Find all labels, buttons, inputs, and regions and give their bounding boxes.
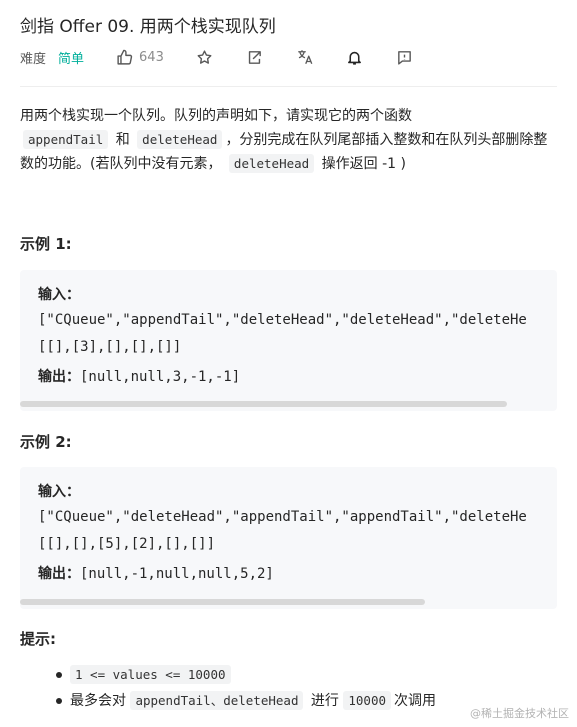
input-label: 输入： (38, 484, 80, 500)
header-divider (20, 86, 557, 87)
share-icon (249, 50, 262, 64)
inline-code: deleteHead (137, 130, 223, 149)
favorite-button[interactable] (196, 48, 214, 66)
example-1-code-block[interactable]: 输入： ["CQueue","appendTail","deleteHead",… (20, 270, 557, 411)
share-button[interactable] (246, 48, 264, 66)
tip-text: 次调用 (394, 693, 437, 709)
example-2-heading: 示例 2: (20, 433, 72, 451)
like-button[interactable]: 643 (116, 49, 164, 66)
output-value: [null,null,3,-1,-1] (80, 369, 241, 385)
feedback-button[interactable] (396, 48, 414, 66)
inline-code: appendTail、deleteHead (130, 691, 304, 710)
tip-text: 进行 (310, 693, 339, 709)
output-label: 输出： (38, 566, 80, 582)
problem-description: 用两个栈实现一个队列。队列的声明如下，请实现它的两个函数 appendTail … (20, 104, 560, 176)
output-value: [null,-1,null,null,5,2] (80, 566, 274, 582)
code-line: ["CQueue","appendTail","deleteHead","del… (38, 312, 527, 328)
inline-code: deleteHead (228, 154, 315, 173)
like-count: 643 (139, 49, 164, 65)
difficulty-badge: 简单 (58, 51, 85, 67)
output-label: 输出： (38, 369, 80, 385)
difficulty-label: 难度 (20, 51, 47, 67)
inline-code: appendTail (23, 130, 109, 149)
translate-button[interactable] (296, 48, 314, 66)
bell-icon (348, 51, 362, 65)
inline-code: 1 <= values <= 10000 (70, 665, 231, 684)
problem-meta: 难度 简单 643 (20, 46, 414, 68)
example-1-heading: 示例 1: (20, 235, 72, 253)
translate-icon (298, 50, 313, 65)
star-icon (197, 49, 212, 64)
code-line: [[],[3],[],[],[]] (38, 339, 182, 355)
tips-heading: 提示: (20, 630, 56, 648)
list-item: 1 <= values <= 10000 (20, 662, 436, 688)
subscribe-button[interactable] (346, 48, 364, 66)
input-label: 输入： (38, 287, 80, 303)
description-text: 用两个栈实现一个队列。队列的声明如下，请实现它的两个函数 (20, 108, 412, 124)
horizontal-scrollbar[interactable] (20, 401, 507, 407)
tip-text: 最多会对 (70, 693, 126, 709)
example-2-code-block[interactable]: 输入： ["CQueue","deleteHead","appendTail",… (20, 467, 557, 609)
watermark: @稀土掘金技术社区 (470, 707, 569, 720)
description-text: 操作返回 -1 ) (321, 156, 406, 172)
problem-title: 剑指 Offer 09. 用两个栈实现队列 (20, 17, 276, 37)
list-item: 最多会对 appendTail、deleteHead 进行 10000 次调用 (20, 688, 436, 714)
tips-list: 1 <= values <= 10000 最多会对 appendTail、del… (20, 662, 436, 714)
feedback-icon (398, 50, 412, 65)
code-line: ["CQueue","deleteHead","appendTail","app… (38, 509, 527, 525)
horizontal-scrollbar[interactable] (20, 599, 425, 605)
thumbs-up-icon (117, 49, 133, 65)
description-text: 和 (115, 132, 130, 148)
code-line: [[],[],[5],[2],[],[]] (38, 536, 216, 552)
inline-code: 10000 (343, 691, 392, 710)
